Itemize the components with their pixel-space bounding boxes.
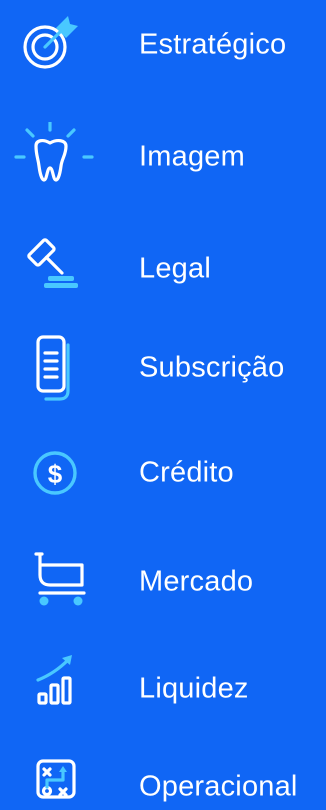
menu-item-operacional[interactable]: Operacional — [0, 752, 326, 810]
menu-item-label: Estratégico — [139, 28, 287, 61]
strategy-board-icon — [0, 752, 100, 810]
menu-item-credito[interactable]: $ Crédito — [0, 438, 326, 508]
menu-item-label: Operacional — [139, 770, 298, 803]
svg-text:$: $ — [48, 459, 63, 489]
menu-item-label: Liquidez — [139, 672, 249, 705]
dollar-coin-icon: $ — [0, 438, 100, 508]
tooth-icon — [0, 122, 100, 192]
documents-icon — [0, 333, 100, 403]
menu-item-legal[interactable]: Legal — [0, 234, 326, 304]
menu-item-imagem[interactable]: Imagem — [0, 122, 326, 192]
menu-item-label: Imagem — [139, 140, 245, 173]
menu-item-label: Subscrição — [139, 351, 285, 384]
menu-item-label: Legal — [139, 252, 211, 285]
target-icon — [0, 10, 100, 80]
shopping-cart-icon — [0, 547, 100, 617]
menu-item-label: Crédito — [139, 456, 234, 489]
gavel-icon — [0, 234, 100, 304]
menu-item-subscricao[interactable]: Subscrição — [0, 333, 326, 403]
bar-chart-trend-icon — [0, 654, 100, 724]
menu-item-mercado[interactable]: Mercado — [0, 547, 326, 617]
menu-item-estrategico[interactable]: Estratégico — [0, 10, 326, 80]
menu-item-liquidez[interactable]: Liquidez — [0, 654, 326, 724]
risk-category-menu: Estratégico Imagem Legal Subscrição $ Cr… — [0, 0, 326, 810]
menu-item-label: Mercado — [139, 565, 254, 598]
